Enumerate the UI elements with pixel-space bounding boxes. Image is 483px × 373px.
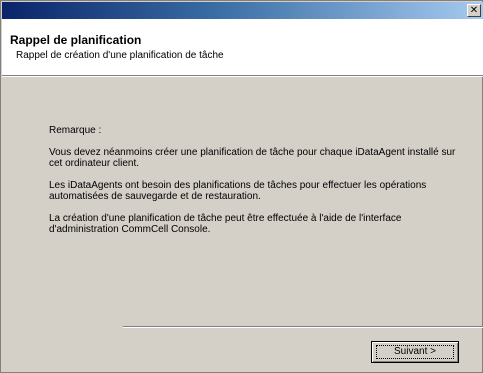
note-label: Remarque : — [49, 125, 102, 136]
page-subtitle: Rappel de création d'une planification d… — [16, 50, 224, 61]
note-paragraph: Vous devez néanmoins créer une planifica… — [49, 147, 456, 169]
note-paragraph: Les iDataAgents ont besoin des planifica… — [49, 180, 427, 202]
installer-window: ✕ Rappel de planification Rappel de créa… — [0, 0, 483, 373]
footer-divider — [123, 326, 483, 328]
close-button[interactable]: ✕ — [467, 4, 481, 17]
wizard-content: Remarque : Vous devez néanmoins créer un… — [49, 125, 459, 246]
page-title: Rappel de planification — [10, 33, 142, 47]
title-bar[interactable]: ✕ — [2, 2, 483, 19]
wizard-header: Rappel de planification Rappel de créati… — [2, 19, 483, 75]
next-button-label: Suivant > — [394, 346, 436, 357]
note-paragraph: La création d'une planification de tâche… — [49, 213, 402, 235]
brand-placeholder — [9, 317, 103, 329]
next-button[interactable]: Suivant > — [371, 341, 459, 363]
close-icon: ✕ — [469, 5, 479, 16]
header-divider — [2, 75, 483, 77]
